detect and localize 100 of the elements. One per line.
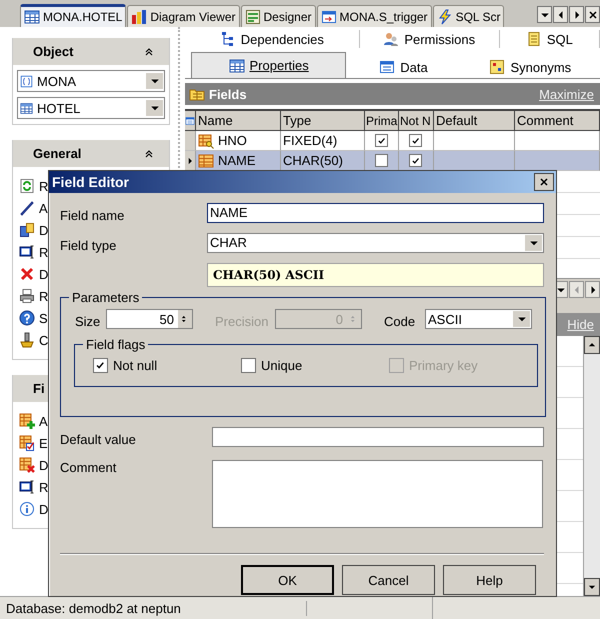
table-row[interactable]: NAME CHAR(50) bbox=[185, 151, 600, 171]
table-icon bbox=[20, 102, 33, 114]
key-field-icon bbox=[198, 132, 214, 148]
monitor-icon bbox=[19, 479, 35, 495]
scrollbar[interactable] bbox=[583, 336, 600, 596]
tree-icon bbox=[220, 31, 236, 47]
action-item[interactable]: R bbox=[19, 285, 48, 307]
view-tab[interactable]: Dependencies bbox=[185, 30, 360, 48]
copy-icon bbox=[19, 222, 35, 238]
column-header[interactable]: Name bbox=[196, 111, 281, 131]
action-item[interactable]: A bbox=[19, 197, 48, 219]
scroll-left-button[interactable] bbox=[553, 6, 568, 23]
collapse-icon bbox=[143, 46, 155, 58]
column-header[interactable]: Comment bbox=[515, 111, 600, 131]
info-icon bbox=[19, 501, 35, 517]
action-item[interactable]: S bbox=[19, 307, 48, 329]
checkbox-label: Unique bbox=[261, 358, 302, 373]
view-tab[interactable]: SQL bbox=[500, 30, 600, 48]
field-label: Field name bbox=[60, 208, 126, 223]
field-label: Default value bbox=[60, 432, 137, 447]
column-header[interactable]: Type bbox=[281, 111, 365, 131]
close-button[interactable] bbox=[585, 6, 600, 23]
close-icon bbox=[538, 176, 550, 188]
field-label: Code bbox=[384, 314, 416, 328]
dropdown-field[interactable]: ASCII bbox=[425, 309, 532, 329]
section-title: Fi bbox=[33, 381, 45, 396]
number-field[interactable]: 50 bbox=[106, 309, 193, 329]
dropdown-field[interactable]: HOTEL bbox=[17, 97, 165, 119]
table-cell: HNO bbox=[218, 133, 247, 148]
action-item[interactable]: R bbox=[19, 175, 48, 197]
action-item[interactable]: E bbox=[19, 432, 48, 454]
view-tab[interactable]: Properties bbox=[191, 52, 346, 78]
scroll-right-button[interactable] bbox=[585, 281, 600, 298]
printer-icon bbox=[19, 288, 35, 304]
edit-field-icon bbox=[19, 435, 35, 451]
table-icon bbox=[24, 9, 40, 25]
section-header[interactable]: General bbox=[13, 140, 169, 167]
document-tab[interactable]: MONA.HOTEL bbox=[20, 4, 126, 27]
table-cell: NAME bbox=[218, 153, 256, 168]
section-title: General bbox=[33, 146, 82, 161]
list-icon bbox=[379, 59, 396, 75]
close-button[interactable] bbox=[534, 173, 554, 191]
action-item[interactable]: R bbox=[19, 476, 48, 498]
input-field[interactable] bbox=[212, 426, 544, 446]
users-icon bbox=[383, 31, 400, 47]
action-item[interactable]: D bbox=[19, 454, 48, 476]
column-header[interactable]: Prima bbox=[365, 111, 399, 131]
checkbox[interactable] bbox=[409, 134, 422, 147]
tab-list-button[interactable] bbox=[537, 6, 552, 23]
check-icon bbox=[95, 360, 106, 371]
window-icon bbox=[320, 8, 337, 24]
bar-chart-icon bbox=[131, 8, 148, 24]
add-field-icon bbox=[19, 413, 35, 429]
delete-icon bbox=[19, 266, 35, 282]
column-header[interactable]: Not N bbox=[399, 111, 434, 131]
field-label: Field type bbox=[60, 238, 118, 253]
form-icon bbox=[244, 8, 260, 24]
panel-title: Fields bbox=[209, 86, 247, 102]
dropdown-field[interactable]: MONA bbox=[17, 70, 165, 92]
field-label: Comment bbox=[60, 460, 118, 475]
action-item[interactable]: R bbox=[19, 241, 48, 263]
action-item[interactable]: A bbox=[19, 410, 48, 432]
field-label: Precision bbox=[215, 314, 270, 328]
column-header[interactable]: Default bbox=[434, 111, 515, 131]
document-tab[interactable]: Diagram Viewer bbox=[127, 5, 240, 27]
section-title: Object bbox=[33, 44, 74, 59]
action-item[interactable]: D bbox=[19, 263, 48, 285]
view-tab[interactable]: Synonyms bbox=[460, 56, 600, 78]
view-tab[interactable]: Permissions bbox=[360, 30, 500, 48]
view-tab[interactable]: Data bbox=[346, 56, 461, 78]
close-icon bbox=[586, 8, 598, 20]
checkbox[interactable] bbox=[241, 358, 256, 373]
input-field[interactable]: NAME bbox=[207, 202, 544, 222]
document-tab[interactable]: SQL Scr bbox=[432, 5, 504, 27]
card-icon bbox=[489, 59, 506, 75]
checkbox[interactable] bbox=[375, 134, 388, 147]
document-tab[interactable]: MONA.S_trigger bbox=[316, 5, 432, 27]
plug-icon bbox=[19, 332, 35, 348]
dialog-button[interactable]: OK bbox=[241, 565, 334, 595]
document-tab[interactable]: Designer bbox=[240, 5, 316, 27]
dropdown-field[interactable]: CHAR bbox=[207, 232, 544, 252]
drop-field-icon bbox=[19, 457, 35, 473]
checkbox[interactable] bbox=[93, 358, 108, 373]
action-item[interactable]: D bbox=[19, 219, 48, 241]
scroll-right-button[interactable] bbox=[569, 6, 584, 23]
dialog-button[interactable]: Cancel bbox=[342, 565, 435, 595]
pen-icon bbox=[19, 200, 35, 216]
monitor-icon bbox=[19, 244, 35, 260]
checkbox-label: Not null bbox=[113, 358, 158, 373]
action-item[interactable]: D bbox=[19, 498, 48, 520]
dialog-button[interactable]: Help bbox=[443, 565, 536, 595]
status-text: Database: demodb2 at neptun bbox=[0, 600, 307, 616]
text-area[interactable] bbox=[212, 460, 543, 528]
checkbox[interactable] bbox=[409, 154, 422, 167]
section-header[interactable]: Object bbox=[13, 38, 169, 65]
check-icon bbox=[376, 136, 386, 146]
action-item[interactable]: C bbox=[19, 329, 48, 351]
group-title: Parameters bbox=[71, 290, 140, 305]
help-icon bbox=[19, 310, 35, 326]
checkbox[interactable] bbox=[375, 154, 388, 167]
